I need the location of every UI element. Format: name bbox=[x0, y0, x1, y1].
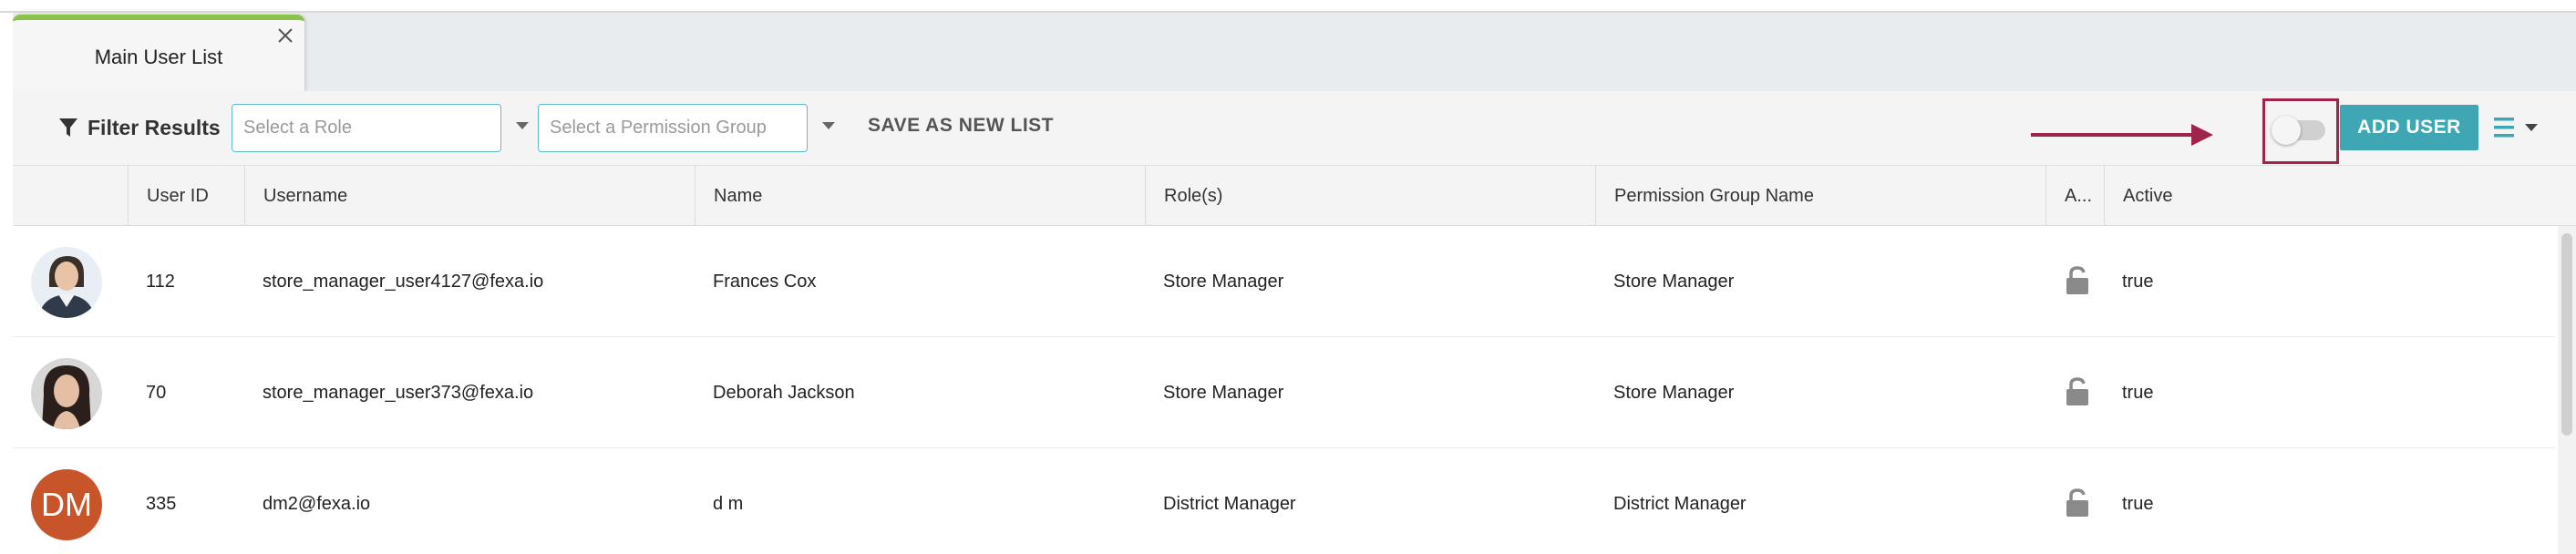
close-icon[interactable] bbox=[273, 24, 297, 47]
table-row[interactable]: 112 store_manager_user4127@fexa.io Franc… bbox=[13, 226, 2556, 337]
tab-main-user-list[interactable]: Main User List bbox=[13, 15, 304, 91]
cell-active: true bbox=[2122, 493, 2154, 514]
unlock-icon[interactable] bbox=[2064, 487, 2091, 518]
role-select[interactable]: Select a Role bbox=[232, 104, 501, 152]
cell-permission-group: District Manager bbox=[1613, 493, 1747, 514]
table-row[interactable]: DM 335 dm2@fexa.io d m District Manager … bbox=[13, 448, 2556, 554]
tab-bar: Main User List bbox=[13, 13, 2576, 91]
cell-username: store_manager_user4127@fexa.io bbox=[263, 271, 544, 292]
avatar bbox=[31, 247, 102, 318]
filter-results-button[interactable]: Filter Results bbox=[58, 111, 221, 144]
cell-roles: Store Manager bbox=[1163, 382, 1284, 403]
cell-permission-group: Store Manager bbox=[1613, 382, 1735, 403]
avatar-photo bbox=[31, 247, 102, 318]
cell-permission-group: Store Manager bbox=[1613, 271, 1735, 292]
cell-active: true bbox=[2122, 271, 2154, 292]
permission-placeholder: Select a Permission Group bbox=[550, 118, 767, 138]
column-header-roles[interactable]: Role(s) bbox=[1145, 166, 1595, 226]
cell-user-id: 70 bbox=[146, 382, 167, 403]
chevron-down-icon[interactable] bbox=[516, 122, 529, 129]
user-list-page: Main User List Filter Results Select a R… bbox=[0, 0, 2576, 554]
toggle-knob[interactable] bbox=[2272, 116, 2301, 145]
cell-name: d m bbox=[713, 493, 744, 514]
cell-name: Deborah Jackson bbox=[713, 382, 855, 403]
cell-username: store_manager_user373@fexa.io bbox=[263, 382, 534, 403]
table-header: User ID Username Name Role(s) Permission… bbox=[13, 166, 2556, 226]
column-header-username[interactable]: Username bbox=[244, 166, 695, 226]
role-placeholder: Select a Role bbox=[243, 118, 352, 138]
scrollbar-thumb[interactable] bbox=[2561, 233, 2572, 436]
cell-username: dm2@fexa.io bbox=[263, 493, 371, 514]
unlock-icon[interactable] bbox=[2064, 376, 2091, 407]
cell-user-id: 335 bbox=[146, 493, 177, 514]
cell-name: Frances Cox bbox=[713, 271, 817, 292]
avatar-photo bbox=[31, 358, 102, 429]
avatar-initials: DM bbox=[31, 469, 102, 540]
column-header-permission-group[interactable]: Permission Group Name bbox=[1595, 166, 2045, 226]
cell-roles: Store Manager bbox=[1163, 271, 1284, 292]
filter-icon bbox=[59, 118, 77, 137]
top-strip bbox=[0, 0, 2576, 13]
column-header-a[interactable]: A... bbox=[2045, 166, 2104, 226]
column-header-user-id[interactable]: User ID bbox=[128, 166, 244, 226]
save-as-new-list-button[interactable]: SAVE AS NEW LIST bbox=[868, 115, 1054, 137]
column-header-name[interactable]: Name bbox=[695, 166, 1145, 226]
hamburger-menu-icon[interactable] bbox=[2492, 113, 2547, 142]
permission-group-select[interactable]: Select a Permission Group bbox=[538, 104, 808, 152]
annotation-arrow bbox=[2031, 124, 2213, 146]
cell-user-id: 112 bbox=[146, 271, 175, 292]
cell-active: true bbox=[2122, 382, 2154, 403]
header-corner bbox=[2556, 166, 2576, 226]
table-row[interactable]: 70 store_manager_user373@fexa.io Deborah… bbox=[13, 337, 2556, 448]
unlock-icon[interactable] bbox=[2064, 265, 2091, 296]
cell-roles: District Manager bbox=[1163, 493, 1296, 514]
filter-label: Filter Results bbox=[88, 115, 221, 139]
add-user-button[interactable]: ADD USER bbox=[2340, 105, 2478, 150]
tab-label: Main User List bbox=[94, 46, 223, 68]
chevron-down-icon[interactable] bbox=[822, 122, 835, 129]
column-header-active[interactable]: Active bbox=[2104, 166, 2556, 226]
avatar bbox=[31, 358, 102, 429]
